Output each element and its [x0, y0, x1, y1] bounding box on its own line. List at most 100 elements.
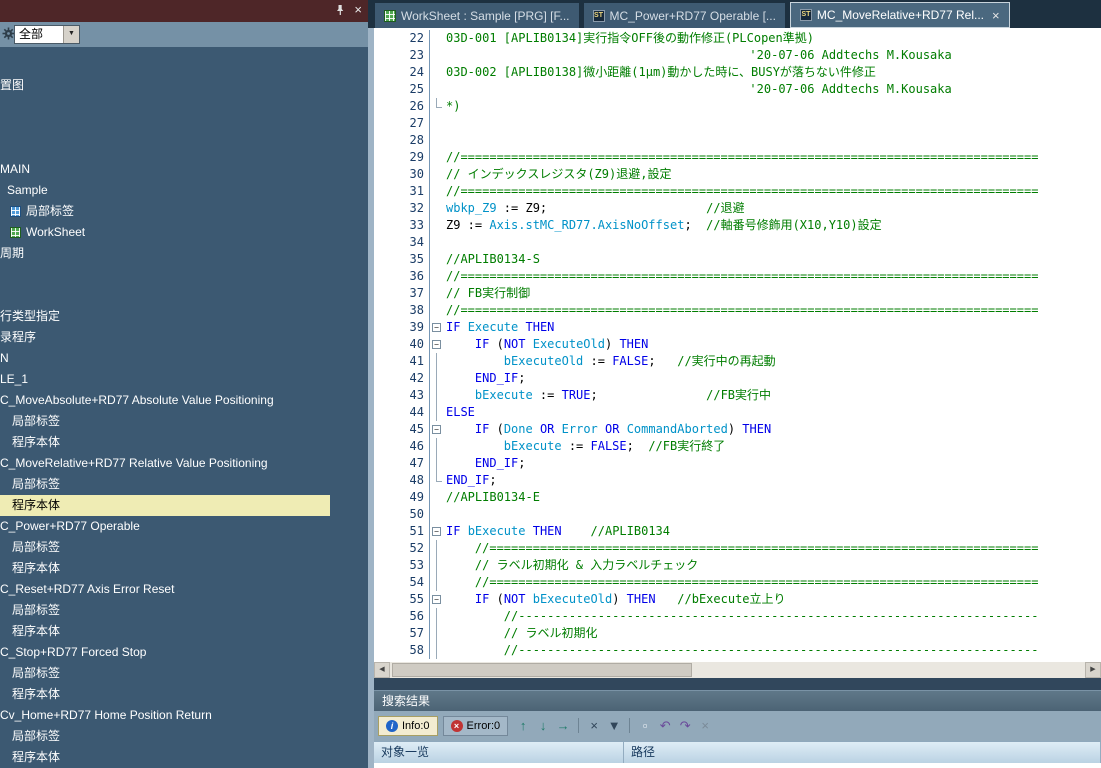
tree-item[interactable]: 局部标签 [0, 201, 368, 222]
horizontal-scrollbar[interactable]: ◀ ▶ [374, 662, 1101, 678]
code-text[interactable]: // FB実行制御 [444, 285, 530, 302]
tree-item[interactable]: C_MoveRelative+RD77 Relative Value Posit… [0, 453, 368, 474]
error-filter-button[interactable]: × Error:0 [443, 716, 509, 736]
code-text[interactable]: //======================================… [444, 574, 1038, 591]
code-text[interactable]: END_IF; [444, 370, 526, 387]
pin-icon[interactable] [334, 4, 346, 16]
code-text[interactable]: // ラベル初期化 [444, 625, 597, 642]
code-text[interactable]: bExecute := FALSE; //FB実行終了 [444, 438, 725, 455]
code-text[interactable] [444, 234, 446, 251]
code-text[interactable]: IF bExecute THEN //APLIB0134 [444, 523, 670, 540]
tree-item[interactable]: 程序本体 [0, 621, 368, 642]
code-text[interactable]: //======================================… [444, 302, 1038, 319]
tree-item[interactable]: WorkSheet [0, 222, 368, 243]
tree-item[interactable]: 局部标签 [0, 726, 368, 747]
next-result-icon[interactable]: ↓ [534, 718, 552, 733]
tree-item[interactable]: 录程序 [0, 327, 368, 348]
code-text[interactable]: bExecuteOld := FALSE; //実行中の再起動 [444, 353, 776, 370]
tree-item[interactable]: 局部标签 [0, 537, 368, 558]
tree-item[interactable]: 局部标签 [0, 663, 368, 684]
nav-forward-icon[interactable]: ↷ [676, 718, 694, 734]
code-text[interactable]: IF (NOT ExecuteOld) THEN [444, 336, 648, 353]
tab-label: MC_Power+RD77 Operable [... [610, 9, 776, 23]
tree-item[interactable]: C_Power+RD77 Operable [0, 516, 368, 537]
tree-item[interactable]: 局部标签 [0, 474, 368, 495]
fold-collapse-icon[interactable]: − [430, 319, 444, 336]
code-text[interactable]: //APLIB0134-S [444, 251, 540, 268]
code-text[interactable] [444, 115, 446, 132]
fold-collapse-icon[interactable]: − [430, 336, 444, 353]
code-text[interactable] [444, 506, 446, 523]
tree-item[interactable]: 置图 [0, 75, 368, 96]
code-text[interactable]: Z9 := Axis.stMC_RD77.AxisNoOffset; //軸番号… [444, 217, 882, 234]
code-text[interactable]: IF (NOT bExecuteOld) THEN //bExecute立上り [444, 591, 786, 608]
code-text[interactable]: wbkp_Z9 := Z9; //退避 [444, 200, 745, 217]
tree-item[interactable]: 行类型指定 [0, 306, 368, 327]
tree-item[interactable]: 周期 [0, 243, 368, 264]
code-text[interactable]: '20-07-06 Addtechs M.Kousaka [444, 47, 952, 64]
code-text[interactable]: bExecute := TRUE; //FB実行中 [444, 387, 771, 404]
info-filter-button[interactable]: i Info:0 [378, 716, 438, 736]
fold-collapse-icon[interactable]: − [430, 591, 444, 608]
tree-item[interactable]: 程序本体 [0, 684, 368, 705]
code-text[interactable]: // ラベル初期化 & 入力ラベルチェック [444, 557, 698, 574]
column-header-objects[interactable]: 对象一览 [374, 742, 624, 763]
editor-tab[interactable]: WorkSheet : Sample [PRG] [F... [375, 3, 579, 28]
scroll-right-icon[interactable]: ▶ [1085, 662, 1101, 678]
code-text[interactable]: END_IF; [444, 455, 526, 472]
code-text[interactable]: IF (Done OR Error OR CommandAborted) THE… [444, 421, 771, 438]
code-text[interactable]: //======================================… [444, 149, 1038, 166]
code-text[interactable]: 03D-001 [APLIB0134]実行指令OFF後の動作修正(PLCopen… [444, 30, 814, 47]
code-text[interactable]: //APLIB0134-E [444, 489, 540, 506]
tree-item[interactable]: 局部标签 [0, 600, 368, 621]
editor-tab[interactable]: STMC_MoveRelative+RD77 Rel...× [790, 2, 1010, 28]
scrollbar-thumb[interactable] [392, 663, 692, 677]
tab-close-icon[interactable]: × [992, 9, 1000, 22]
tree-item[interactable]: N [0, 348, 368, 369]
nav-back-icon[interactable]: ↶ [656, 718, 674, 734]
code-text[interactable]: IF Execute THEN [444, 319, 554, 336]
stop-search-icon[interactable]: ▫ [636, 718, 654, 733]
fold-gutter [430, 81, 444, 98]
close-panel-icon[interactable]: × [354, 3, 362, 17]
close-search-icon[interactable]: × [696, 718, 714, 733]
code-text[interactable]: //======================================… [444, 268, 1038, 285]
code-text[interactable]: //======================================… [444, 540, 1038, 557]
tree-item[interactable]: 程序本体 [0, 495, 330, 516]
tree-item[interactable]: C_MoveAbsolute+RD77 Absolute Value Posit… [0, 390, 368, 411]
tree-item[interactable]: MAIN [0, 159, 368, 180]
code-text[interactable]: //======================================… [444, 183, 1038, 200]
dropdown-arrow-icon[interactable]: ▼ [63, 26, 79, 43]
line-number: 32 [374, 200, 430, 217]
filter-dropdown[interactable]: 全部 ▼ [14, 25, 80, 44]
filter-results-icon[interactable]: ▼ [605, 718, 623, 733]
tree-item[interactable]: 程序本体 [0, 432, 368, 453]
code-text[interactable] [444, 132, 446, 149]
code-text[interactable]: ELSE [444, 404, 475, 421]
fold-collapse-icon[interactable]: − [430, 523, 444, 540]
goto-result-icon[interactable]: → [554, 718, 572, 733]
tree-item[interactable]: 局部标签 [0, 411, 368, 432]
code-text[interactable]: //--------------------------------------… [444, 642, 1038, 659]
clear-results-icon[interactable]: × [585, 718, 603, 733]
code-text[interactable]: // インデックスレジスタ(Z9)退避,設定 [444, 166, 671, 183]
tree-item[interactable]: Sample [0, 180, 368, 201]
code-line: 27 [374, 115, 1101, 132]
code-text[interactable]: '20-07-06 Addtechs M.Kousaka [444, 81, 952, 98]
code-text[interactable]: *) [444, 98, 460, 115]
code-text[interactable]: END_IF; [444, 472, 497, 489]
tree-item[interactable]: LE_1 [0, 369, 368, 390]
tree-item[interactable]: C_Stop+RD77 Forced Stop [0, 642, 368, 663]
fold-collapse-icon[interactable]: − [430, 421, 444, 438]
editor-tab[interactable]: STMC_Power+RD77 Operable [... [584, 3, 785, 28]
column-header-path[interactable]: 路径 [624, 742, 1101, 763]
tree-item[interactable]: 程序本体 [0, 558, 368, 579]
scroll-left-icon[interactable]: ◀ [374, 662, 390, 678]
code-text[interactable]: 03D-002 [APLIB0138]微小距離(1μm)動かした時に、BUSYが… [444, 64, 876, 81]
prev-result-icon[interactable]: ↑ [514, 718, 532, 733]
code-text[interactable]: //--------------------------------------… [444, 608, 1038, 625]
tree-item[interactable]: C_Reset+RD77 Axis Error Reset [0, 579, 368, 600]
tree-item[interactable]: Cv_Home+RD77 Home Position Return [0, 705, 368, 726]
tree-item[interactable]: 程序本体 [0, 747, 368, 768]
st-code-editor[interactable]: 2203D-001 [APLIB0134]実行指令OFF後の動作修正(PLCop… [374, 28, 1101, 662]
